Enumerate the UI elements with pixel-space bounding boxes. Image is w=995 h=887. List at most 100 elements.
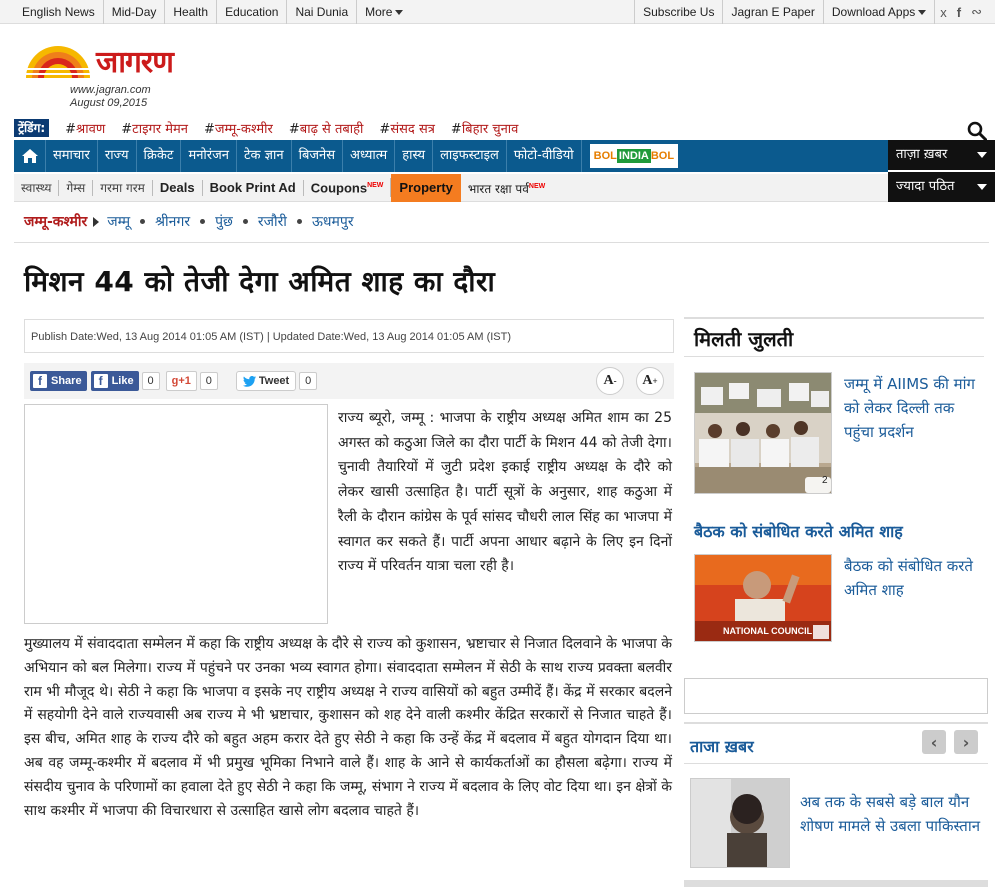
latest-thumb-1[interactable] — [690, 778, 790, 868]
nav-hasya[interactable]: हास्य — [395, 140, 434, 172]
topbar-mid-day[interactable]: Mid-Day — [104, 0, 166, 24]
home-icon — [21, 149, 38, 163]
epaper-link[interactable]: Jagran E Paper — [723, 0, 824, 24]
nav-business[interactable]: बिजनेस — [292, 140, 344, 172]
breadcrumb-item[interactable]: रजौरी — [258, 212, 287, 231]
home-button[interactable] — [14, 140, 46, 172]
nav-photo-video[interactable]: फोटो-वीडियो — [507, 140, 582, 172]
nav-rajya[interactable]: राज्य — [98, 140, 137, 172]
next-item-peek — [684, 880, 988, 887]
twitter-bird-icon — [242, 375, 256, 387]
article-image-placeholder — [24, 404, 328, 624]
bullet-icon — [200, 219, 206, 224]
bullet-icon — [296, 219, 302, 224]
latest-news-section: ताजा ख़बर ‹ › — [684, 722, 988, 764]
bullet-icon — [242, 219, 248, 224]
related-heading-2[interactable]: बैठक को संबोधित करते अमित शाह — [694, 520, 903, 542]
trending-item[interactable]: #संसद सत्र — [379, 119, 434, 137]
breadcrumb-item[interactable]: ऊधमपुर — [312, 212, 354, 231]
article-body: मुख्यालय में संवाददाता सम्मेलन में कहा क… — [24, 636, 672, 819]
share-bar: f Share f Like 0 g+1 0 Tweet 0 A- A + — [24, 363, 674, 399]
download-apps-label: Download Apps — [831, 5, 916, 19]
breadcrumb: जम्मू-कश्मीर जम्मू श्रीनगर पुंछ रजौरी ऊध… — [24, 212, 354, 231]
trending-item[interactable]: #बिहार चुनाव — [451, 119, 518, 137]
photo-count: 2 — [822, 475, 828, 486]
topbar-more[interactable]: More — [357, 0, 411, 24]
latest-news-dropdown[interactable]: ताज़ा ख़बर — [888, 140, 995, 170]
chevron-down-icon — [977, 152, 987, 158]
latest-link-1[interactable]: अब तक के सबसे बड़े बाल यौन शोषण मामले से… — [800, 790, 984, 838]
protest-photo — [695, 373, 831, 493]
subnav-deals[interactable]: Deals — [153, 179, 203, 196]
google-plus-button[interactable]: g+1 — [165, 371, 197, 391]
facebook-like-button[interactable]: f Like — [90, 371, 139, 391]
latest-news-title: ताजा ख़बर — [690, 737, 754, 756]
nav-lifestyle[interactable]: लाइफस्टाइल — [433, 140, 507, 172]
subnav-property[interactable]: Property — [391, 173, 461, 202]
tweet-button[interactable]: Tweet — [235, 371, 297, 391]
breadcrumb-item[interactable]: श्रीनगर — [155, 212, 190, 231]
photo-banner: NATIONAL COUNCIL — [723, 626, 813, 636]
subscribe-link[interactable]: Subscribe Us — [634, 0, 724, 24]
chevron-down-icon — [977, 184, 987, 190]
subnav-bookprint[interactable]: Book Print Ad — [203, 179, 304, 196]
breadcrumb-item[interactable]: जम्मू — [107, 212, 130, 231]
facebook-share-button[interactable]: f Share — [30, 371, 87, 391]
right-nav: ताज़ा ख़बर ज्यादा पठित — [888, 140, 995, 202]
bol-india-bol-link[interactable]: BOL INDIA BOL — [589, 144, 679, 168]
related-link-1[interactable]: जम्मू में AIIMS की मांग को लेकर दिल्ली त… — [844, 372, 984, 444]
trending-item[interactable]: #बाढ़ से तबाही — [289, 119, 364, 137]
sun-logo-icon — [24, 46, 92, 78]
facebook-icon[interactable]: f — [952, 5, 966, 20]
nav-cricket[interactable]: क्रिकेट — [137, 140, 182, 172]
child-photo — [691, 779, 789, 867]
tweet-count: 0 — [299, 372, 318, 390]
trending-item[interactable]: #श्रावण — [65, 119, 105, 137]
chevron-down-icon — [395, 10, 404, 16]
topbar-nai-dunia[interactable]: Nai Dunia — [287, 0, 358, 24]
subnav-games[interactable]: गेम्स — [59, 179, 94, 196]
most-read-label: ज्यादा पठित — [896, 179, 955, 194]
decrease-font-button[interactable]: A- — [596, 367, 624, 395]
subnav-coupons[interactable]: CouponsNEW — [304, 178, 392, 197]
nav-manoranjan[interactable]: मनोरंजन — [181, 140, 237, 172]
chevron-down-icon — [918, 10, 927, 16]
next-arrow-button[interactable]: › — [954, 730, 978, 754]
divider — [14, 242, 989, 243]
sub-navigation: स्वास्थ्य गेम्स गरमा गरम Deals Book Prin… — [14, 173, 888, 202]
most-read-dropdown[interactable]: ज्यादा पठित — [888, 172, 995, 202]
subnav-health[interactable]: स्वास्थ्य — [14, 179, 60, 196]
rss-icon[interactable]: ∾ — [966, 4, 987, 20]
facebook-icon: f — [33, 374, 47, 388]
breadcrumb-section[interactable]: जम्मू-कश्मीर — [24, 212, 87, 231]
twitter-icon[interactable]: x — [935, 5, 952, 20]
prev-arrow-button[interactable]: ‹ — [922, 730, 946, 754]
jagran-logo[interactable]: जागरण — [24, 40, 194, 84]
trending-bar: ट्रेंडिंग: #श्रावण #टाइगर मेमन #जम्मू-कश… — [14, 118, 989, 138]
related-thumb-1[interactable]: 2 — [694, 372, 832, 494]
topbar-health[interactable]: Health — [165, 0, 218, 24]
trending-item[interactable]: #टाइगर मेमन — [121, 119, 188, 137]
breadcrumb-item[interactable]: पुंछ — [215, 212, 233, 231]
related-section-title: मिलती जुलती — [684, 317, 984, 357]
publish-date: Publish Date:Wed, 13 Aug 2014 01:05 AM (… — [24, 319, 674, 353]
topbar-english-news[interactable]: English News — [14, 0, 104, 24]
subnav-garma[interactable]: गरमा गरम — [93, 179, 153, 196]
increase-font-button[interactable]: A + — [636, 367, 664, 395]
new-badge: NEW — [528, 182, 546, 190]
related-link-2[interactable]: बैठक को संबोधित करते अमित शाह — [844, 554, 984, 602]
related-thumb-2[interactable]: NATIONAL COUNCIL — [694, 554, 832, 642]
topbar-education[interactable]: Education — [217, 0, 288, 24]
trending-item[interactable]: #जम्मू-कश्मीर — [204, 119, 273, 137]
nav-samachar[interactable]: समाचार — [46, 140, 98, 172]
nav-adhyatm[interactable]: अध्यात्म — [343, 140, 396, 172]
bullet-icon — [140, 219, 146, 224]
search-icon[interactable] — [967, 121, 987, 141]
nav-tech[interactable]: टेक ज्ञान — [237, 140, 292, 172]
facebook-icon: f — [93, 374, 108, 388]
article-lead: राज्य ब्यूरो, जम्मू : भाजपा के राष्ट्रीय… — [338, 410, 672, 575]
article-headline: मिशन 44 को तेजी देगा अमित शाह का दौरा — [24, 265, 496, 298]
site-date: August 09,2015 — [70, 97, 148, 109]
subnav-raksha[interactable]: भारत रक्षा पर्वNEW — [461, 179, 552, 197]
download-apps[interactable]: Download Apps — [824, 0, 936, 24]
